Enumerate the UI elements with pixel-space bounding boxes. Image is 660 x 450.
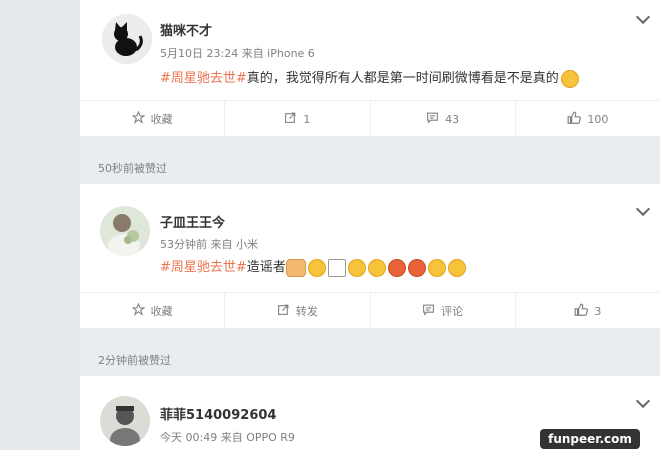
repost-label: 转发 bbox=[295, 305, 318, 318]
post-meta[interactable]: 今天 00:49 来自 OPPO R9 bbox=[160, 429, 295, 445]
like-button[interactable]: 100 bbox=[516, 101, 660, 137]
comment-button[interactable]: 43 bbox=[371, 101, 516, 137]
star-icon bbox=[131, 110, 146, 127]
emoji-icon bbox=[407, 258, 426, 277]
liked-time-label: 2分钟前被赞过 bbox=[98, 354, 171, 367]
liked-time-label: 50秒前被赞过 bbox=[98, 162, 167, 175]
repost-icon bbox=[284, 111, 297, 127]
chevron-down-icon[interactable] bbox=[635, 201, 651, 217]
emoji-icon bbox=[387, 258, 406, 277]
favorite-label: 收藏 bbox=[150, 113, 173, 126]
star-icon bbox=[131, 302, 146, 319]
watermark: funpeer.com bbox=[540, 429, 640, 449]
weibo-post-card-2: 子皿王王今 53分钟前 来自 小米 #周星驰去世#造谣者 收藏 转发 评论 3 bbox=[80, 184, 660, 329]
thumbs-up-icon bbox=[574, 303, 589, 320]
topic-link[interactable]: #周星驰去世# bbox=[160, 260, 247, 275]
topic-link[interactable]: #周星驰去世# bbox=[160, 71, 247, 86]
emoji-icon bbox=[560, 69, 579, 88]
repost-icon bbox=[277, 303, 290, 319]
post-meta[interactable]: 5月10日 23:24 来自 iPhone 6 bbox=[160, 45, 315, 61]
repost-count: 1 bbox=[303, 112, 311, 126]
repost-button[interactable]: 1 bbox=[225, 101, 371, 137]
emoji-icon bbox=[307, 258, 326, 277]
favorite-button[interactable]: 收藏 bbox=[80, 293, 226, 329]
post-content: #周星驰去世#造谣者 bbox=[160, 256, 468, 277]
username[interactable]: 菲菲5140092604 bbox=[160, 404, 276, 423]
post-text: 造谣者 bbox=[246, 260, 286, 275]
comment-icon bbox=[422, 303, 435, 319]
like-button[interactable]: 3 bbox=[516, 293, 660, 329]
post-meta[interactable]: 53分钟前 来自 小米 bbox=[160, 236, 258, 252]
thumbs-up-icon bbox=[567, 111, 582, 128]
like-count: 100 bbox=[587, 112, 609, 126]
chevron-down-icon[interactable] bbox=[635, 393, 651, 409]
emoji-icon bbox=[285, 258, 306, 277]
post-content: #周星驰去世#真的，我觉得所有人都是第一时间刷微博看是不是真的 bbox=[160, 67, 581, 88]
avatar[interactable] bbox=[102, 14, 152, 64]
favorite-label: 收藏 bbox=[150, 305, 173, 318]
emoji-icon bbox=[447, 258, 466, 277]
action-bar: 收藏 转发 评论 3 bbox=[80, 292, 660, 329]
emoji-icon bbox=[327, 258, 346, 277]
left-sidebar-strip bbox=[0, 0, 80, 450]
emoji-icon bbox=[347, 258, 366, 277]
comment-label: 评论 bbox=[441, 305, 464, 318]
comment-button[interactable]: 评论 bbox=[371, 293, 516, 329]
post-text: 真的，我觉得所有人都是第一时间刷微博看是不是真的 bbox=[246, 71, 559, 86]
username[interactable]: 猫咪不才 bbox=[160, 20, 212, 39]
favorite-button[interactable]: 收藏 bbox=[80, 101, 226, 137]
avatar[interactable] bbox=[100, 396, 150, 446]
comment-icon bbox=[426, 111, 439, 127]
comment-count: 43 bbox=[445, 112, 460, 126]
avatar[interactable] bbox=[100, 206, 150, 256]
chevron-down-icon[interactable] bbox=[635, 9, 651, 25]
emoji-icon bbox=[367, 258, 386, 277]
like-count: 3 bbox=[594, 304, 602, 318]
action-bar: 收藏 1 43 100 bbox=[80, 100, 660, 137]
repost-button[interactable]: 转发 bbox=[225, 293, 371, 329]
weibo-post-card-1: 猫咪不才 5月10日 23:24 来自 iPhone 6 #周星驰去世#真的，我… bbox=[80, 0, 660, 137]
emoji-icon bbox=[427, 258, 446, 277]
username[interactable]: 子皿王王今 bbox=[160, 212, 225, 231]
